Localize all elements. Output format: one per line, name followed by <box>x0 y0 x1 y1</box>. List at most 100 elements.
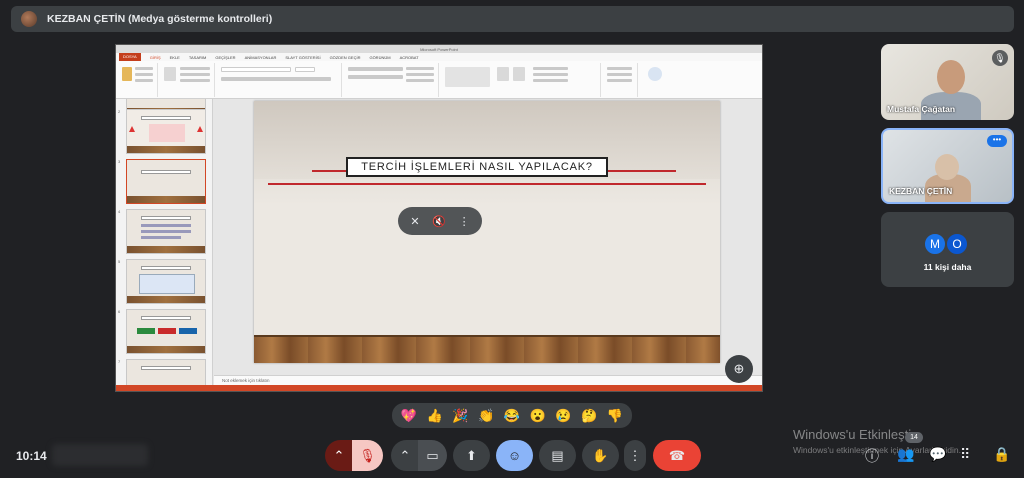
raise-hand-button[interactable]: ✋ <box>582 440 619 471</box>
emoji-icon: ☺ <box>507 448 522 463</box>
meeting-code-blurred <box>52 444 148 466</box>
info-icon[interactable]: ⓘ <box>865 446 879 466</box>
present-screen-button[interactable]: ⬆ <box>453 440 490 471</box>
more-participants-label: 11 kişi daha <box>923 262 972 272</box>
activities-icon[interactable]: ⠿ <box>960 446 970 463</box>
thumb-number: 4 <box>118 209 121 214</box>
windows-activation-title: Windows'u Etkinleştir <box>793 427 916 442</box>
presentation-banner: KEZBAN ÇETİN (Medya gösterme kontrolleri… <box>11 6 1014 32</box>
chat-icon[interactable]: 💬 <box>929 446 946 463</box>
participant-tile-self[interactable]: ••• KEZBAN ÇETİN <box>881 128 1014 204</box>
presenter-avatar <box>21 11 37 27</box>
participant-tile[interactable]: 🎙 Mustafa Çağatan <box>881 44 1014 120</box>
camera-toggle-button[interactable]: ▭ <box>418 440 447 471</box>
slide-editor: TERCİH İŞLEMLERİ NASIL YAPILACAK? <box>214 99 762 375</box>
more-vert-icon: ⋮ <box>628 447 642 463</box>
notes-pane: Not eklemek için tıklatın <box>214 375 762 385</box>
mic-off-icon: 🎙 <box>992 50 1008 66</box>
participant-name: KEZBAN ÇETİN <box>889 186 953 196</box>
ppt-tab-view: GÖRÜNÜM <box>369 54 391 60</box>
reaction-thinking[interactable]: 🤔 <box>581 408 597 424</box>
reaction-party[interactable]: 🎉 <box>452 408 468 424</box>
more-participants-tile[interactable]: M O 11 kişi daha <box>881 212 1014 287</box>
ppt-status-bar <box>116 385 762 391</box>
participant-face <box>937 60 965 94</box>
more-options-icon[interactable]: ••• <box>987 135 1007 147</box>
slide-thumbnail-selected <box>126 159 206 204</box>
chevron-up-icon: ⌃ <box>399 447 411 463</box>
reaction-surprised[interactable]: 😮 <box>530 408 546 424</box>
slide-thumbnail <box>126 109 206 154</box>
mic-toggle-button[interactable]: 🎙 <box>352 440 383 471</box>
present-to-all-icon: ⬆ <box>466 447 477 463</box>
ribbon-group-slides <box>160 63 215 97</box>
volume-off-icon[interactable]: 🔇 <box>432 215 446 228</box>
camera-options-button[interactable]: ⌃ <box>391 440 419 471</box>
closed-caption-icon: ▤ <box>551 447 564 463</box>
ribbon-group-editing <box>603 63 638 97</box>
more-vert-icon[interactable]: ⋮ <box>459 215 470 228</box>
slide-rule-bottom <box>268 183 706 185</box>
ppt-tab-review: GÖZDEN GEÇİR <box>329 54 361 60</box>
slide-thumbnail <box>126 259 206 304</box>
meeting-clock: 10:14 <box>16 449 47 463</box>
thumb-number: 6 <box>118 309 121 314</box>
ribbon-group-adobe <box>640 63 670 97</box>
thumb-number: 7 <box>118 359 121 364</box>
host-controls-icon[interactable]: 🔒 <box>993 446 1010 463</box>
reaction-thumbs-down[interactable]: 👎 <box>607 408 623 424</box>
reaction-laugh[interactable]: 😂 <box>504 408 520 424</box>
avatar-group: M O <box>923 232 969 256</box>
ribbon-group-font <box>217 63 342 97</box>
ribbon-group-clipboard <box>118 63 158 97</box>
videocam-icon: ▭ <box>426 447 439 463</box>
ppt-tab-home: GİRİŞ <box>149 54 161 60</box>
media-controls-pill: ✕ 🔇 ⋮ <box>398 207 482 235</box>
current-slide: TERCİH İŞLEMLERİ NASIL YAPILACAK? <box>254 101 720 363</box>
ppt-titlebar: Microsoft PowerPoint <box>116 45 762 53</box>
ppt-tab-design: TASARIM <box>188 54 207 60</box>
captions-button[interactable]: ▤ <box>539 440 576 471</box>
avatar: M <box>923 232 947 256</box>
slide-title: TERCİH İŞLEMLERİ NASIL YAPILACAK? <box>346 157 608 177</box>
presentation-banner-title: KEZBAN ÇETİN (Medya gösterme kontrolleri… <box>47 13 273 25</box>
more-options-button[interactable]: ⋮ <box>624 440 646 471</box>
ppt-tab-file: DOSYA <box>119 53 141 61</box>
participant-count-badge: 14 <box>905 432 923 443</box>
reaction-clap[interactable]: 👏 <box>478 408 494 424</box>
participant-name: Mustafa Çağatan <box>887 104 956 114</box>
ppt-ribbon <box>116 61 762 99</box>
slide-thumbnail-pane: 2 3 4 5 6 7 <box>116 99 213 385</box>
ppt-ribbon-tabs: DOSYA GİRİŞ EKLE TASARIM GEÇİŞLER ANİMAS… <box>116 53 762 61</box>
slide-thumbnail <box>126 309 206 354</box>
mic-off-icon: 🎙 <box>359 447 376 463</box>
people-icon[interactable]: 👥 <box>897 446 914 463</box>
reaction-heart[interactable]: 💖 <box>401 408 417 424</box>
pin-off-icon[interactable]: ✕ <box>410 215 419 228</box>
ppt-tab-transitions: GEÇİŞLER <box>215 54 236 60</box>
ribbon-group-drawing <box>441 63 601 97</box>
reaction-thumbs-up[interactable]: 👍 <box>427 408 443 424</box>
chevron-up-icon: ⌃ <box>333 447 345 463</box>
zoom-in-icon: ⊕ <box>733 361 745 376</box>
reactions-bar: 💖 👍 🎉 👏 😂 😮 😢 🤔 👎 <box>392 403 632 428</box>
ppt-tab-slideshow: SLAYT GÖSTERİSİ <box>285 54 321 60</box>
leave-call-button[interactable]: ☎ <box>653 440 701 471</box>
ppt-tab-acrobat: ACROBAT <box>399 54 419 60</box>
ribbon-group-paragraph <box>344 63 439 97</box>
slide-thumbnail <box>126 209 206 254</box>
slide-wood-floor <box>254 335 720 363</box>
thumb-number: 3 <box>118 159 121 164</box>
reaction-sad[interactable]: 😢 <box>555 408 571 424</box>
thumb-number: 5 <box>118 259 121 264</box>
zoom-button[interactable]: ⊕ <box>725 355 753 383</box>
ppt-tab-insert: EKLE <box>169 54 180 60</box>
call-end-icon: ☎ <box>668 447 686 463</box>
ppt-tab-animations: ANİMASYONLAR <box>244 54 277 60</box>
thumb-number: 2 <box>118 109 121 114</box>
avatar: O <box>945 232 969 256</box>
shared-screen: Microsoft PowerPoint DOSYA GİRİŞ EKLE TA… <box>115 44 763 392</box>
mic-options-button[interactable]: ⌃ <box>325 440 353 471</box>
ppt-workspace: 2 3 4 5 6 7 TERCİH İŞLEMLERİ NASIL YAPIL… <box>116 99 762 385</box>
reactions-button[interactable]: ☺ <box>496 440 533 471</box>
